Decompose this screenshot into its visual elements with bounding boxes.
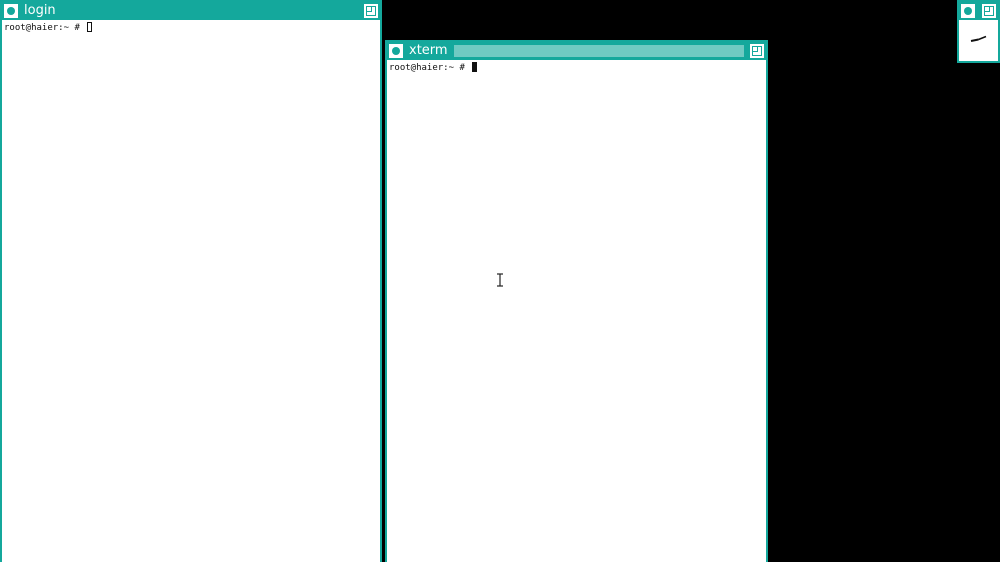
shell-prompt: root@haier:~ # xyxy=(4,23,86,33)
window-title: xterm xyxy=(409,43,448,58)
desktop[interactable]: login root@haier:~ # xterm root@haier:~ … xyxy=(0,0,1000,562)
shell-prompt: root@haier:~ # xyxy=(389,63,471,73)
window-resize-icon[interactable] xyxy=(982,4,996,18)
ibeam-cursor-icon xyxy=(497,273,503,287)
login-window[interactable]: login root@haier:~ # xyxy=(0,0,382,562)
analog-clock-icon xyxy=(962,23,995,56)
xterm-window[interactable]: xterm root@haier:~ # xyxy=(385,40,768,562)
window-title: login xyxy=(24,3,56,18)
text-cursor-icon xyxy=(87,22,93,32)
clock-titlebar[interactable] xyxy=(959,2,998,20)
login-titlebar[interactable]: login xyxy=(2,2,380,20)
ibeam-cursor-icon xyxy=(496,273,504,290)
clock-window[interactable] xyxy=(957,0,1000,63)
window-menu-icon[interactable] xyxy=(4,4,18,18)
xterm-terminal[interactable]: root@haier:~ # xyxy=(387,60,766,76)
xterm-titlebar[interactable]: xterm xyxy=(387,42,766,60)
active-title-highlight xyxy=(453,45,744,57)
window-menu-icon[interactable] xyxy=(389,44,403,58)
login-terminal[interactable]: root@haier:~ # xyxy=(2,20,380,36)
window-resize-icon[interactable] xyxy=(750,44,764,58)
window-resize-icon[interactable] xyxy=(364,4,378,18)
window-menu-icon[interactable] xyxy=(961,4,975,18)
text-cursor-icon xyxy=(472,62,478,72)
